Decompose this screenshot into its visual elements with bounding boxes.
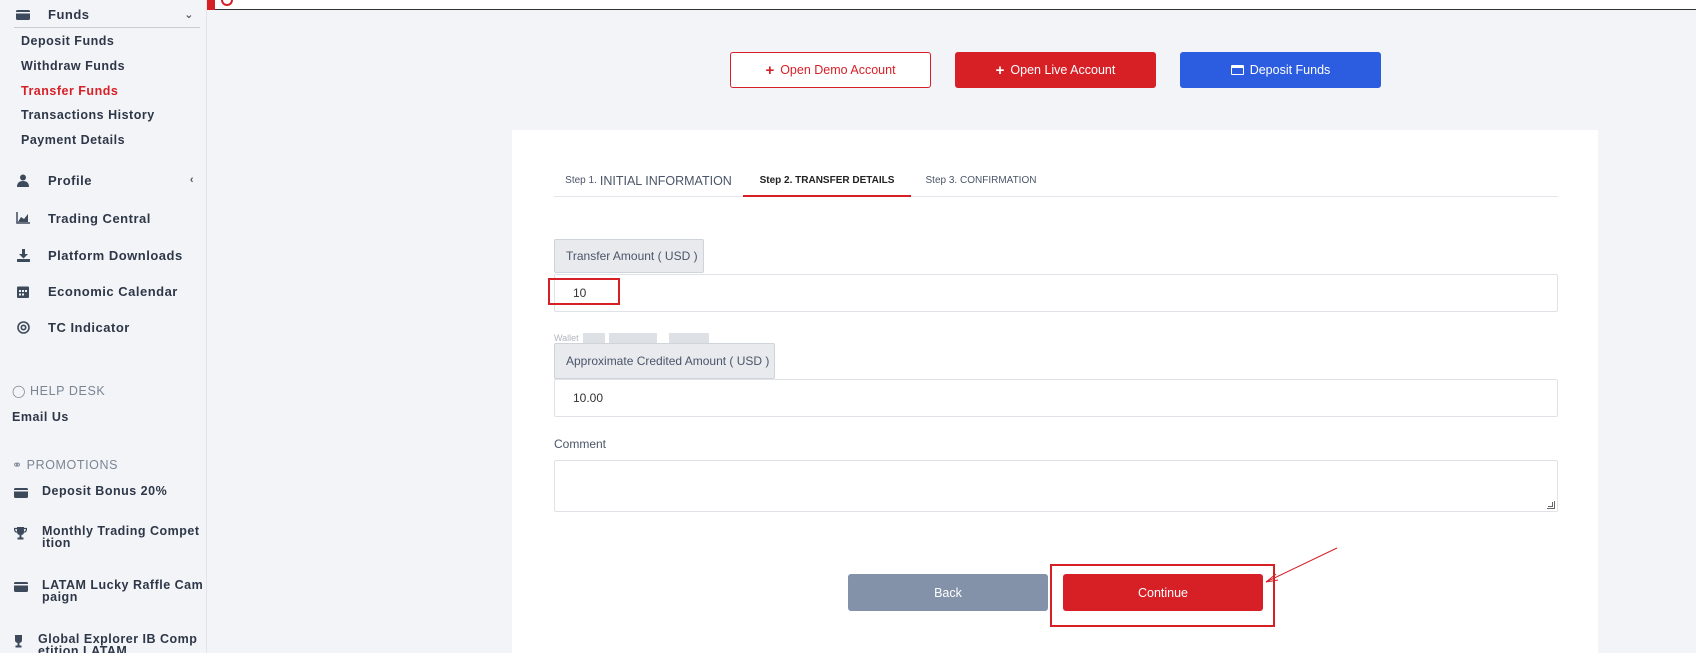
- sidebar-group-label: Profile: [48, 172, 92, 188]
- area-chart-icon: [14, 211, 32, 225]
- comment-textarea[interactable]: [554, 460, 1558, 512]
- headset-icon: ◯: [12, 384, 27, 398]
- calendar-icon: [14, 284, 32, 298]
- section-label: HELP DESK: [30, 384, 106, 398]
- chevron-left-icon: ‹: [189, 174, 194, 186]
- wallet-icon: [14, 8, 32, 22]
- redacted-text: [608, 333, 657, 343]
- comment-label: Comment: [554, 437, 607, 451]
- wallet-label: Wallet: [554, 333, 579, 343]
- credited-amount-input[interactable]: 10.00: [554, 379, 1558, 417]
- annotation-arrow-icon: [1265, 547, 1338, 583]
- sidebar-item-platform-downloads[interactable]: Platform Downloads: [14, 242, 200, 268]
- sidebar-group-funds[interactable]: Funds ⌄: [14, 2, 200, 28]
- sidebar-item-deposit-funds[interactable]: Deposit Funds: [21, 34, 114, 48]
- promo-label: LATAM Lucky Raffle Cam paign: [42, 578, 204, 604]
- wallet-info: Wallet: [554, 333, 709, 343]
- step-name: INITIAL INFORMATION: [599, 173, 732, 188]
- credit-card-icon: [1230, 65, 1244, 75]
- sidebar-item-trading-central[interactable]: Trading Central: [14, 205, 200, 231]
- button-label: Open Demo Account: [780, 63, 896, 77]
- section-label: PROMOTIONS: [26, 458, 119, 472]
- highlight-continue: [1050, 564, 1275, 627]
- tab-step-1[interactable]: Step 1. INITIAL INFORMATION: [554, 165, 743, 196]
- button-label: Deposit Funds: [1249, 63, 1331, 77]
- brand-bar: [207, 0, 215, 10]
- trophy-icon: [13, 527, 32, 542]
- promo-label: Deposit Bonus 20%: [42, 484, 168, 498]
- open-live-account-button[interactable]: + Open Live Account: [955, 52, 1156, 88]
- step-prefix: Step 1.: [565, 175, 597, 186]
- sidebar-item-label: Platform Downloads: [48, 247, 183, 263]
- sidebar: Funds ⌄ Deposit Funds Withdraw Funds Tra…: [0, 0, 207, 653]
- chevron-down-icon: ⌄: [184, 9, 194, 21]
- transfer-amount-input[interactable]: 10: [554, 274, 1558, 312]
- button-label: Open Live Account: [1010, 63, 1116, 77]
- sidebar-group-label: Funds: [48, 7, 90, 22]
- redacted-text: [582, 333, 605, 343]
- deposit-funds-button[interactable]: Deposit Funds: [1180, 52, 1381, 88]
- sidebar-promo-deposit-bonus[interactable]: Deposit Bonus 20%: [14, 485, 204, 501]
- promo-label: Global Explorer IB Comp etition LATAM: [38, 632, 198, 653]
- promotions-heading: ⚭ PROMOTIONS: [12, 458, 118, 472]
- sidebar-item-label: TC Indicator: [48, 319, 130, 335]
- step-tabs: Step 1. INITIAL INFORMATION Step 2. TRAN…: [554, 165, 1558, 197]
- tab-step-2[interactable]: Step 2. TRANSFER DETAILS: [743, 165, 911, 197]
- wallet-icon: [14, 581, 32, 595]
- plus-icon: +: [765, 61, 775, 79]
- plus-icon: +: [995, 61, 1005, 79]
- target-icon: [14, 320, 32, 334]
- sidebar-item-email-us[interactable]: Email Us: [12, 410, 69, 424]
- trophy-icon: [12, 635, 30, 650]
- sidebar-item-transfer-funds[interactable]: Transfer Funds: [21, 84, 118, 98]
- help-desk-heading: ◯ HELP DESK: [12, 384, 105, 398]
- brand-mark: [221, 0, 233, 6]
- transfer-amount-label: Transfer Amount ( USD ): [554, 239, 704, 273]
- tab-step-3[interactable]: Step 3. CONFIRMATION: [911, 165, 1051, 196]
- top-header-strip: [207, 0, 1696, 10]
- sidebar-item-label: Economic Calendar: [48, 283, 178, 299]
- back-button[interactable]: Back: [848, 574, 1048, 611]
- wallet-icon: [14, 487, 32, 501]
- highlight-amount: [548, 278, 620, 305]
- sidebar-promo-monthly-trading[interactable]: Monthly Trading Compet ition: [13, 524, 204, 550]
- download-icon: [14, 248, 32, 262]
- sidebar-item-label: Trading Central: [48, 210, 151, 226]
- credited-amount-label: Approximate Credited Amount ( USD ): [554, 343, 775, 379]
- open-demo-account-button[interactable]: + Open Demo Account: [730, 52, 931, 88]
- redacted-text: [668, 333, 709, 343]
- resize-handle-icon[interactable]: [1547, 501, 1555, 509]
- sidebar-promo-global-explorer[interactable]: Global Explorer IB Comp etition LATAM: [12, 633, 202, 653]
- award-icon: ⚭: [12, 458, 23, 472]
- sidebar-item-transactions-history[interactable]: Transactions History: [21, 108, 155, 122]
- promo-label: Monthly Trading Compet ition: [42, 524, 200, 550]
- sidebar-item-tc-indicator[interactable]: TC Indicator: [14, 314, 200, 340]
- sidebar-item-economic-calendar[interactable]: Economic Calendar: [14, 278, 200, 304]
- sidebar-group-profile[interactable]: Profile ‹: [14, 167, 200, 193]
- sidebar-item-withdraw-funds[interactable]: Withdraw Funds: [21, 59, 125, 73]
- sidebar-promo-latam-raffle[interactable]: LATAM Lucky Raffle Cam paign: [14, 579, 204, 603]
- sidebar-item-payment-details[interactable]: Payment Details: [21, 133, 125, 147]
- user-icon: [14, 173, 32, 187]
